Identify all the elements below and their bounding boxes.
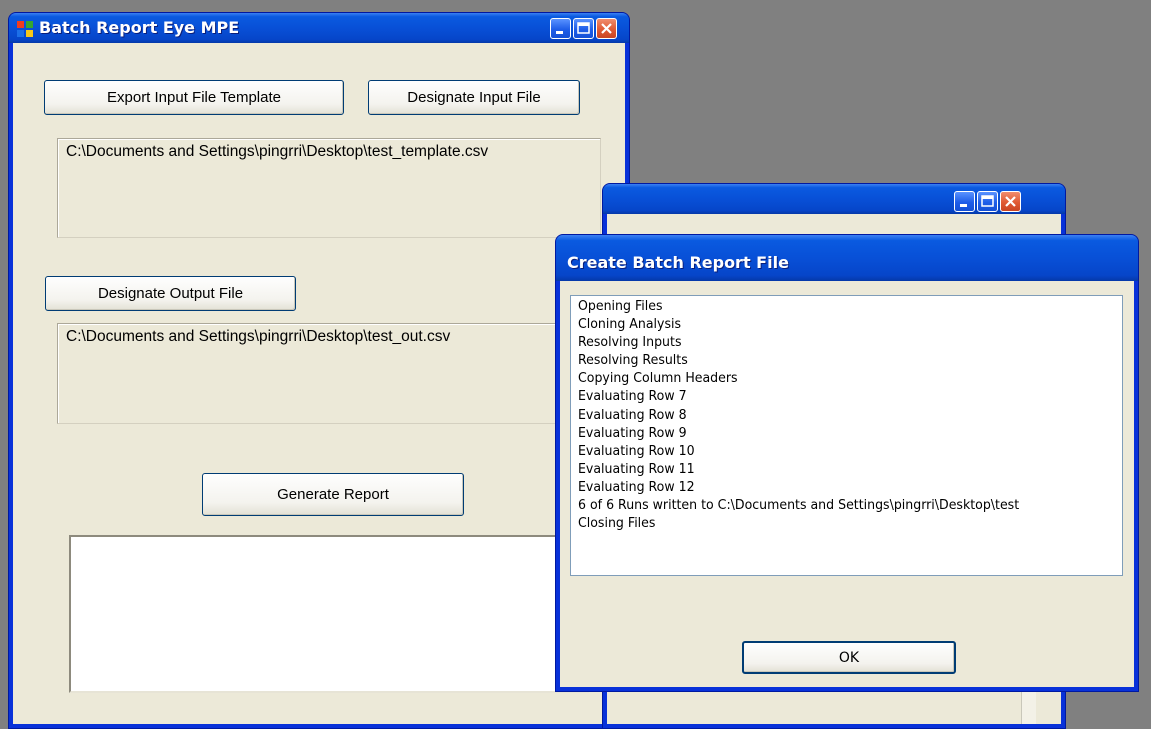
main-client-area: Export Input File Template Designate Inp… <box>13 43 625 724</box>
list-item: Opening Files <box>578 298 663 314</box>
list-item: Cloning Analysis <box>578 316 682 333</box>
main-window: Batch Report Eye MPE Export Input File T… <box>8 12 630 729</box>
close-button[interactable] <box>596 18 617 39</box>
maximize-button[interactable] <box>573 18 594 39</box>
minimize-button[interactable] <box>550 18 571 39</box>
export-template-button[interactable]: Export Input File Template <box>44 80 344 115</box>
list-item: 6 of 6 Runs written to C:\Documents and … <box>578 497 1020 514</box>
background-close-button[interactable] <box>1000 191 1021 212</box>
dialog-titlebar[interactable]: Create Batch Report File <box>556 235 1138 281</box>
list-item: Evaluating Row 10 <box>578 442 695 459</box>
close-icon <box>1005 196 1016 207</box>
designate-output-button[interactable]: Designate Output File <box>45 276 296 311</box>
dialog-title: Create Batch Report File <box>567 253 789 272</box>
maximize-icon <box>981 195 994 207</box>
progress-log-list[interactable]: Opening Files Cloning Analysis Resolving… <box>570 295 1123 576</box>
list-item: Evaluating Row 9 <box>578 424 687 441</box>
background-maximize-button[interactable] <box>977 191 998 212</box>
close-icon <box>601 23 612 34</box>
report-status-area <box>69 535 589 693</box>
app-icon <box>17 21 33 37</box>
create-batch-report-dialog: Create Batch Report File Opening Files C… <box>555 234 1139 692</box>
background-minimize-button[interactable] <box>954 191 975 212</box>
input-path-display: C:\Documents and Settings\pingrri\Deskto… <box>57 138 601 238</box>
list-item: Evaluating Row 12 <box>578 478 695 495</box>
main-window-title: Batch Report Eye MPE <box>39 18 240 37</box>
generate-report-button[interactable]: Generate Report <box>202 473 464 516</box>
list-item: Resolving Results <box>578 352 688 369</box>
output-path-display: C:\Documents and Settings\pingrri\Deskto… <box>57 323 601 424</box>
designate-input-button[interactable]: Designate Input File <box>368 80 580 115</box>
background-titlebar[interactable] <box>603 184 1065 214</box>
dialog-client-area: Opening Files Cloning Analysis Resolving… <box>560 281 1134 687</box>
minimize-icon <box>556 31 563 34</box>
list-item: Resolving Inputs <box>578 334 682 351</box>
list-item: Evaluating Row 11 <box>578 460 695 477</box>
maximize-icon <box>577 22 590 34</box>
list-item: Evaluating Row 8 <box>578 406 687 423</box>
list-item: Evaluating Row 7 <box>578 388 687 405</box>
ok-button[interactable]: OK <box>742 641 956 674</box>
minimize-icon <box>960 204 967 207</box>
list-item: Closing Files <box>578 515 656 532</box>
list-item: Copying Column Headers <box>578 370 738 387</box>
main-titlebar[interactable]: Batch Report Eye MPE <box>9 13 629 43</box>
